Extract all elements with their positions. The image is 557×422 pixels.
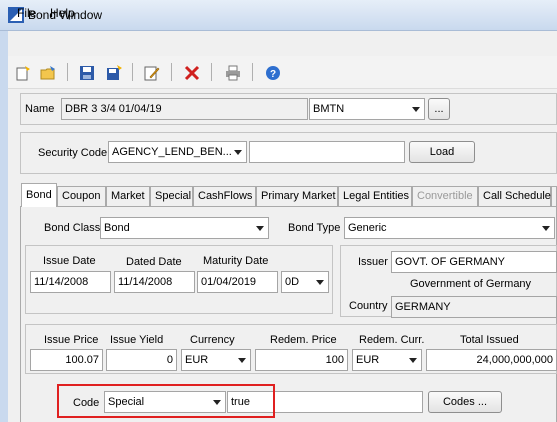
open-folder-icon[interactable] bbox=[39, 64, 57, 82]
tab-bond[interactable]: Bond bbox=[21, 183, 57, 207]
print-icon[interactable] bbox=[224, 64, 242, 82]
highlight-box bbox=[57, 384, 275, 418]
maturity-date-field[interactable]: 01/04/2019 bbox=[197, 271, 278, 293]
issue-date-label: Issue Date bbox=[43, 255, 96, 267]
help-icon[interactable]: ? bbox=[264, 64, 282, 82]
svg-text:?: ? bbox=[270, 69, 276, 80]
tab-market[interactable]: Market bbox=[106, 186, 150, 206]
currency-label: Currency bbox=[190, 334, 235, 346]
redem-curr-select[interactable]: EUR bbox=[352, 349, 422, 371]
issuer-label: Issuer bbox=[358, 256, 388, 268]
tab-coupon[interactable]: Coupon bbox=[57, 186, 106, 206]
issuer-full-name: Government of Germany bbox=[410, 278, 532, 290]
currency-select[interactable]: EUR bbox=[181, 349, 251, 371]
edit-icon[interactable] bbox=[143, 64, 161, 82]
issue-price-field[interactable]: 100.07 bbox=[30, 349, 103, 371]
browse-button[interactable]: ... bbox=[428, 98, 450, 120]
country-field[interactable]: GERMANY bbox=[391, 296, 557, 318]
load-button[interactable]: Load bbox=[409, 141, 475, 163]
save-icon[interactable] bbox=[78, 64, 96, 82]
dated-date-label: Dated Date bbox=[126, 256, 182, 268]
toolbar-separator bbox=[252, 63, 253, 81]
toolbar-separator bbox=[211, 63, 212, 81]
delete-icon[interactable] bbox=[183, 64, 201, 82]
name-field[interactable]: DBR 3 3/4 01/04/19 bbox=[61, 98, 308, 120]
menu-file[interactable]: File bbox=[17, 6, 36, 20]
tab-convertible: Convertible bbox=[412, 186, 478, 206]
bond-class-label: Bond Class bbox=[44, 222, 101, 234]
redem-curr-label: Redem. Curr. bbox=[359, 334, 425, 346]
tab-overflow[interactable] bbox=[551, 186, 557, 206]
issuer-field[interactable]: GOVT. OF GERMANY bbox=[391, 251, 557, 273]
bond-class-select[interactable]: Bond bbox=[100, 217, 269, 239]
tab-cashflows[interactable]: CashFlows bbox=[193, 186, 256, 206]
issue-yield-field[interactable]: 0 bbox=[106, 349, 177, 371]
menu-bar bbox=[8, 31, 557, 56]
maturity-date-label: Maturity Date bbox=[203, 255, 269, 267]
tab-special[interactable]: Special bbox=[150, 186, 193, 206]
save-all-icon[interactable] bbox=[105, 64, 123, 82]
redem-price-label: Redem. Price bbox=[270, 334, 337, 346]
issue-yield-label: Issue Yield bbox=[110, 334, 164, 346]
bond-type-select[interactable]: Generic bbox=[344, 217, 555, 239]
total-issued-label: Total Issued bbox=[460, 334, 519, 346]
codes-button[interactable]: Codes ... bbox=[428, 391, 502, 413]
menu-help[interactable]: Help bbox=[50, 6, 75, 20]
redem-price-field[interactable]: 100 bbox=[255, 349, 348, 371]
security-code-type-select[interactable]: AGENCY_LEND_BEN... bbox=[108, 141, 247, 163]
issue-price-label: Issue Price bbox=[44, 334, 99, 346]
dated-date-field[interactable]: 11/14/2008 bbox=[114, 271, 195, 293]
window-frame-left bbox=[0, 31, 8, 422]
toolbar-separator bbox=[67, 63, 68, 81]
issue-date-field[interactable]: 11/14/2008 bbox=[30, 271, 111, 293]
tab-primary-market[interactable]: Primary Market bbox=[256, 186, 338, 206]
tab-legal-entities[interactable]: Legal Entities bbox=[338, 186, 412, 206]
security-code-label: Security Code bbox=[38, 147, 108, 159]
name-label: Name bbox=[25, 103, 55, 115]
name-type-select[interactable]: BMTN bbox=[309, 98, 425, 120]
bond-type-label: Bond Type bbox=[288, 222, 341, 234]
security-code-input[interactable] bbox=[249, 141, 405, 163]
toolbar-separator bbox=[132, 63, 133, 81]
tab-call-schedule[interactable]: Call Schedule bbox=[478, 186, 551, 206]
country-label: Country bbox=[349, 300, 388, 312]
new-document-icon[interactable] bbox=[14, 64, 32, 82]
total-issued-field[interactable]: 24,000,000,000 bbox=[426, 349, 557, 371]
maturity-period-select[interactable]: 0D bbox=[281, 271, 329, 293]
toolbar-separator bbox=[171, 63, 172, 81]
